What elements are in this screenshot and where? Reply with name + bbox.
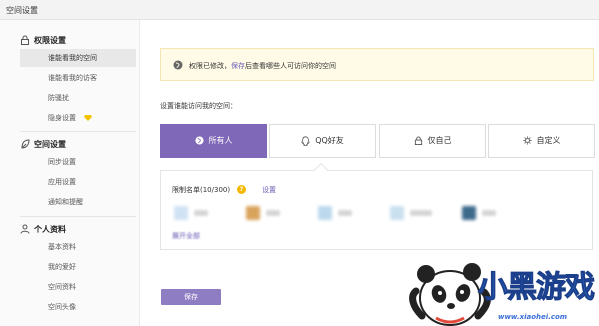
friend-name bbox=[410, 210, 432, 216]
friend-name bbox=[338, 210, 352, 216]
option-label: 仅自己 bbox=[427, 136, 452, 145]
option-label: 自定义 bbox=[536, 136, 561, 145]
avatar bbox=[246, 206, 260, 220]
diamond-icon bbox=[84, 115, 93, 121]
option-only-me[interactable]: 仅自己 bbox=[379, 124, 486, 158]
save-button[interactable]: 保存 bbox=[161, 289, 221, 305]
access-prompt: 设置谁能访问我的空间： bbox=[160, 102, 237, 110]
person-icon bbox=[20, 224, 30, 234]
friend-name bbox=[194, 210, 208, 216]
notice-banner: 权限已修改，保存后查看哪些人可访问你的空间 bbox=[160, 48, 594, 81]
notice-text: 权限已修改，保存后查看哪些人可访问你的空间 bbox=[189, 61, 336, 71]
lock-icon bbox=[21, 35, 29, 45]
sidebar-item-apps[interactable]: 应用设置 bbox=[20, 173, 136, 191]
option-custom[interactable]: 自定义 bbox=[488, 124, 595, 158]
notice-suffix: 后查看哪些人可访问你的空间 bbox=[245, 62, 336, 70]
section-title-profile: 个人资料 bbox=[34, 225, 66, 234]
leaf-icon bbox=[21, 139, 30, 149]
avatar bbox=[174, 206, 188, 220]
sidebar-item-basic-info[interactable]: 基本资料 bbox=[20, 238, 136, 256]
section-title-permissions: 权限设置 bbox=[34, 36, 66, 45]
watermark-text: 小黑游戏 bbox=[478, 270, 596, 306]
expand-all-link[interactable]: 展开全部 bbox=[172, 231, 200, 241]
sidebar-item-who-can-view-visitors[interactable]: 谁能看我的访客 bbox=[20, 69, 136, 87]
window-title: 空间设置 bbox=[6, 6, 38, 15]
title-bar: 空间设置 bbox=[0, 0, 599, 20]
friend-name bbox=[482, 210, 496, 216]
notice-prefix: 权限已修改， bbox=[189, 62, 231, 70]
help-icon[interactable]: ? bbox=[237, 185, 246, 194]
avatar bbox=[318, 206, 332, 220]
divider bbox=[20, 131, 136, 132]
sidebar-item-space-avatar[interactable]: 空间头像 bbox=[20, 298, 136, 316]
restriction-panel bbox=[160, 170, 593, 250]
avatar bbox=[462, 206, 476, 220]
sidebar-item-sync[interactable]: 同步设置 bbox=[20, 153, 136, 171]
lock-icon bbox=[414, 136, 422, 145]
sidebar-item-hobbies[interactable]: 我的爱好 bbox=[20, 258, 136, 276]
globe-icon bbox=[173, 60, 183, 70]
restriction-list-label: 限制名单(10/300) bbox=[172, 186, 231, 194]
sidebar-item-space-info[interactable]: 空间资料 bbox=[20, 278, 136, 296]
notice-save-link[interactable]: 保存 bbox=[231, 62, 245, 70]
section-title-space-settings: 空间设置 bbox=[34, 140, 66, 149]
penguin-icon bbox=[301, 135, 310, 146]
option-qq-friends[interactable]: QQ好友 bbox=[269, 124, 376, 158]
sidebar-item-anti-harassment[interactable]: 防骚扰 bbox=[20, 89, 136, 107]
watermark-url: www.xiaohei.com bbox=[498, 313, 568, 321]
option-label: QQ好友 bbox=[315, 136, 344, 145]
globe-icon bbox=[194, 136, 204, 145]
friend-name bbox=[266, 210, 280, 216]
gear-icon bbox=[522, 136, 532, 145]
option-label: 所有人 bbox=[208, 136, 233, 145]
sidebar-item-notifications[interactable]: 通知和提醒 bbox=[20, 193, 136, 211]
sidebar-item-who-can-view-space[interactable]: 谁能看我的空间 bbox=[20, 49, 136, 67]
option-everyone[interactable]: 所有人 bbox=[160, 124, 267, 158]
restriction-settings-link[interactable]: 设置 bbox=[262, 185, 276, 195]
divider bbox=[20, 216, 136, 217]
sidebar-item-stealth[interactable]: 隐身设置 bbox=[20, 109, 136, 127]
sidebar-item-label: 隐身设置 bbox=[48, 114, 76, 122]
avatar bbox=[390, 206, 404, 220]
